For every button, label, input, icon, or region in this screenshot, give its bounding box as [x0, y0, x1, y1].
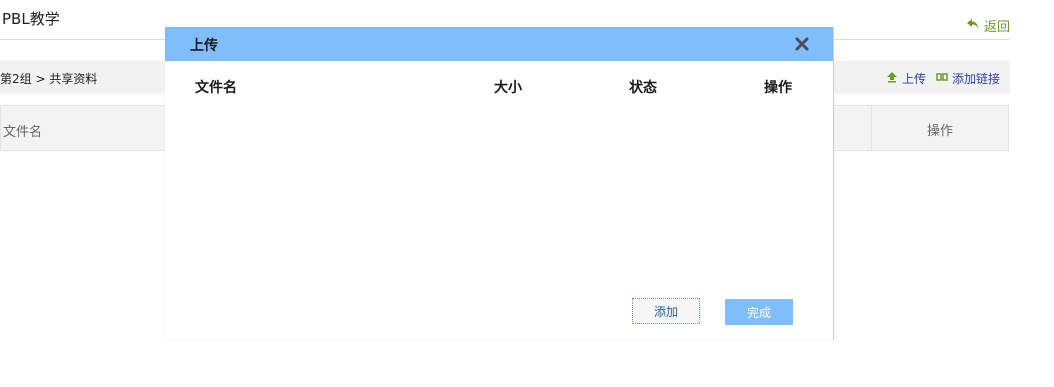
- column-operation: 操作: [926, 124, 953, 139]
- dialog-title: 上传: [190, 38, 218, 54]
- dialog-column-file-name: 文件名: [195, 80, 237, 96]
- close-button[interactable]: [795, 37, 809, 51]
- upload-arrow-icon: [886, 71, 898, 86]
- add-file-button[interactable]: 添加: [632, 298, 700, 324]
- upload-action-label: 上传: [901, 72, 926, 86]
- dialog-column-operation: 操作: [764, 80, 792, 96]
- dialog-header: 上传: [165, 27, 833, 61]
- breadcrumb: 第2组 > 共享资料: [0, 72, 98, 86]
- dialog-column-size: 大小: [494, 80, 522, 96]
- upload-action[interactable]: 上传: [886, 70, 926, 87]
- crumb-actions: 上传 添加链接: [886, 70, 1000, 87]
- done-button[interactable]: 完成: [725, 299, 793, 325]
- close-icon: [795, 37, 809, 51]
- back-link-label: 返回: [983, 20, 1010, 35]
- add-link-action-label: 添加链接: [951, 72, 1000, 86]
- dialog-column-status: 状态: [629, 80, 657, 96]
- page-title: PBL教学: [2, 10, 60, 28]
- add-link-action[interactable]: 添加链接: [936, 70, 1000, 87]
- return-arrow-icon: [966, 17, 980, 35]
- upload-dialog: 上传 文件名 大小 状态 操作 添加 完成: [165, 27, 834, 340]
- back-link[interactable]: 返回: [966, 16, 1010, 35]
- column-file-name: 文件名: [3, 125, 43, 140]
- link-icon: [936, 71, 948, 86]
- column-operation-cell: 操作: [871, 106, 1008, 150]
